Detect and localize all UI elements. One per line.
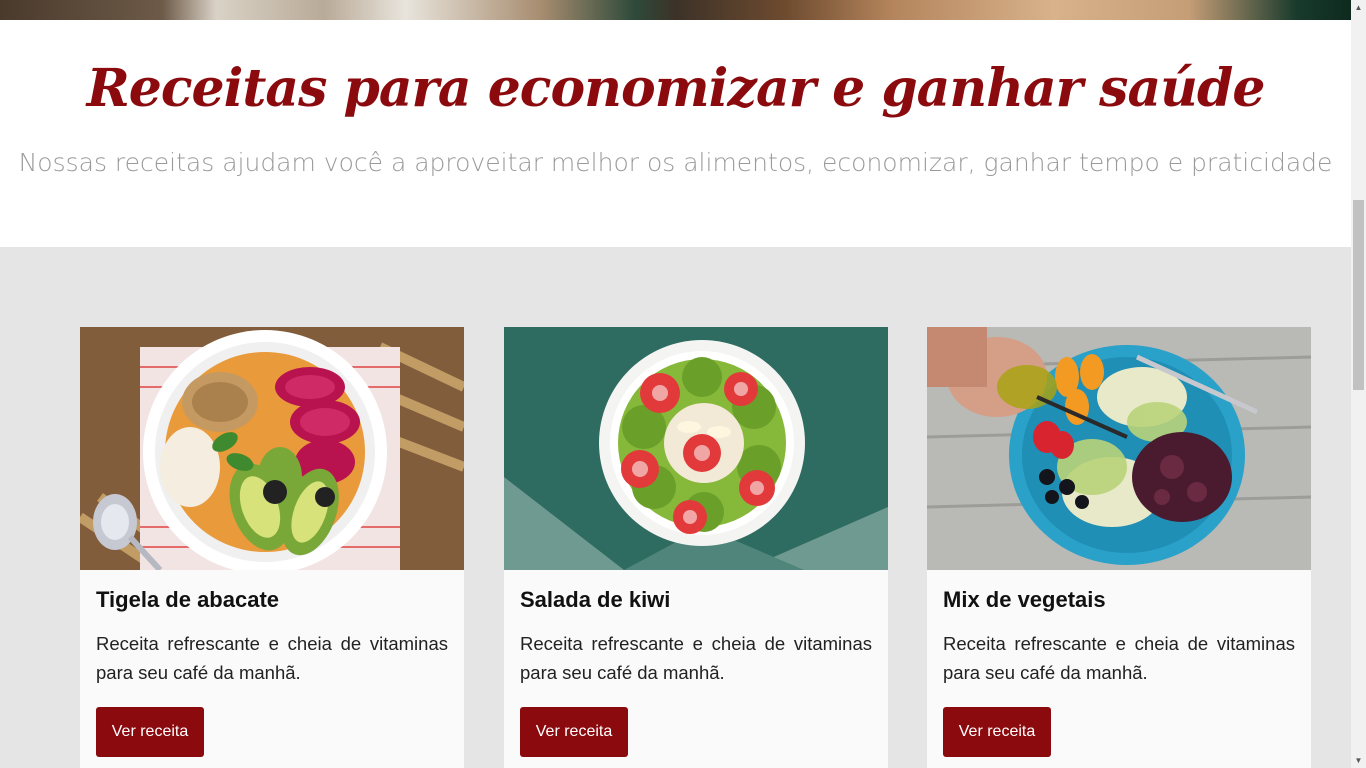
scroll-up-arrow-icon[interactable]: ▲ bbox=[1351, 0, 1366, 15]
recipe-card-avocado-bowl: Tigela de abacate Receita refrescante e … bbox=[80, 327, 464, 768]
recipe-description: Receita refrescante e cheia de vitaminas… bbox=[943, 633, 1295, 683]
view-recipe-button[interactable]: Ver receita bbox=[943, 707, 1051, 757]
recipe-title: Salada de kiwi bbox=[520, 587, 671, 612]
intro-section: Receitas para economizar e ganhar saúde … bbox=[0, 20, 1351, 247]
page-title: Receitas para economizar e ganhar saúde bbox=[86, 58, 1266, 119]
page-subtitle: Nossas receitas ajudam você a aproveitar… bbox=[18, 148, 1333, 177]
recipe-title: Mix de vegetais bbox=[943, 587, 1106, 612]
recipe-photo-kiwi-salad bbox=[504, 327, 888, 570]
view-recipe-button[interactable]: Ver receita bbox=[96, 707, 204, 757]
scrollbar[interactable]: ▲ ▼ bbox=[1351, 0, 1366, 768]
recipe-description: Receita refrescante e cheia de vitaminas… bbox=[96, 633, 448, 683]
recipe-card-kiwi-salad: Salada de kiwi Receita refrescante e che… bbox=[504, 327, 888, 768]
recipe-description: Receita refrescante e cheia de vitaminas… bbox=[520, 633, 872, 683]
recipe-title: Tigela de abacate bbox=[96, 587, 280, 612]
view-recipe-button[interactable]: Ver receita bbox=[520, 707, 628, 757]
hero-image-strip bbox=[0, 0, 1351, 20]
recipe-photo-avocado-bowl bbox=[80, 327, 464, 570]
recipe-card-vegetable-mix: Mix de vegetais Receita refrescante e ch… bbox=[927, 327, 1311, 768]
recipe-photo-vegetable-mix bbox=[927, 327, 1311, 570]
recipe-cards: Tigela de abacate Receita refrescante e … bbox=[0, 327, 1351, 768]
scrollbar-thumb[interactable] bbox=[1353, 200, 1364, 390]
scroll-down-arrow-icon[interactable]: ▼ bbox=[1351, 753, 1366, 768]
